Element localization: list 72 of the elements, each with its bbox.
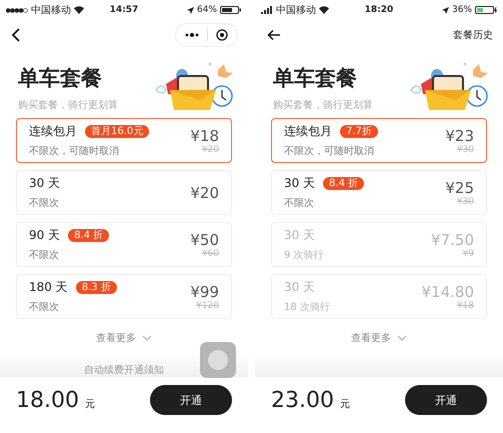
plan-description: 9 次骑行 <box>284 249 324 262</box>
back-icon[interactable] <box>12 28 20 42</box>
original-price: ¥9 <box>462 248 474 258</box>
menu-capsule[interactable] <box>175 23 238 47</box>
more-icon[interactable] <box>185 33 199 37</box>
discount-tag: 8.3 折 <box>76 281 117 294</box>
page-subtitle: 购买套餐，骑行更划算 <box>273 98 373 112</box>
plan-description: 不限次 <box>284 197 315 210</box>
battery-percent: 64% <box>196 5 217 15</box>
plan-price: ¥99 <box>190 282 219 300</box>
activate-button[interactable]: 开通 <box>150 385 232 415</box>
battery-percent: 36% <box>452 5 472 15</box>
plan-price: ¥18 <box>190 126 219 144</box>
plan-description: 18 次骑行 <box>284 301 330 314</box>
signal-icon <box>261 6 273 14</box>
plan-price: ¥7.50 <box>431 230 474 248</box>
plan-price: ¥23 <box>445 126 474 144</box>
currency-unit: 元 <box>84 398 95 410</box>
page-subtitle: 购买套餐，骑行更划算 <box>18 98 118 112</box>
carrier-name: 中国移动 <box>31 4 71 17</box>
plan-card[interactable]: 连续包月 首月16.0元 不限次，可随时取消 ¥18 ¥20 <box>16 118 232 163</box>
activate-button[interactable]: 开通 <box>405 385 487 415</box>
page-title: 单车套餐 <box>18 65 103 92</box>
plan-price: ¥14.80 <box>422 282 474 300</box>
plan-card[interactable]: 30 天 不限次 ¥20 <box>16 170 232 215</box>
plan-price: ¥50 <box>190 230 219 248</box>
plan-description: 不限次 <box>29 197 60 210</box>
plan-card[interactable]: 连续包月 7.7折 不限次，可随时取消 ¥23 ¥30 <box>271 118 487 163</box>
close-icon[interactable] <box>216 29 228 41</box>
plan-price: ¥25 <box>445 178 474 196</box>
discount-tag: 8.4 折 <box>68 229 110 242</box>
back-icon[interactable] <box>267 29 281 41</box>
carrier-name: 中国移动 <box>276 4 316 17</box>
discount-tag: 7.7折 <box>340 125 378 138</box>
plan-title: 连续包月 <box>29 123 77 140</box>
original-price: ¥30 <box>456 144 474 154</box>
discount-tag: 8.4 折 <box>323 177 364 190</box>
plan-title: 30 天 <box>29 175 60 192</box>
plan-description: 不限次，可随时取消 <box>284 144 375 158</box>
history-link[interactable]: 套餐历史 <box>453 28 493 42</box>
see-more-link[interactable]: 查看更多 <box>96 331 136 345</box>
original-price: ¥30 <box>456 196 474 206</box>
plan-title: 30 天 <box>284 175 316 192</box>
wifi-icon <box>74 6 84 14</box>
location-icon <box>442 6 449 14</box>
location-icon <box>186 6 194 14</box>
plan-card[interactable]: 90 天 8.4 折 不限次 ¥50 ¥60 <box>16 222 232 267</box>
plan-card[interactable]: 180 天 8.3 折 不限次 ¥99 ¥120 <box>16 274 232 319</box>
original-price: ¥120 <box>196 300 219 310</box>
plan-description: 不限次，可随时取消 <box>29 144 120 158</box>
original-price: ¥20 <box>202 144 219 154</box>
total-price: 18.00 <box>16 388 79 412</box>
status-time: 18:20 <box>364 5 394 15</box>
original-price: ¥18 <box>456 300 474 310</box>
plan-title: 90 天 <box>29 227 60 244</box>
plan-title: 30 天 <box>284 279 316 296</box>
plan-price: ¥20 <box>190 184 219 202</box>
original-price: ¥60 <box>202 248 219 258</box>
discount-tag: 首月16.0元 <box>85 125 150 138</box>
signal-icon <box>6 8 28 12</box>
plan-description: 不限次 <box>29 301 60 314</box>
plan-title: 180 天 <box>29 279 68 296</box>
see-more-link[interactable]: 查看更多 <box>351 331 391 345</box>
plan-description: 不限次 <box>29 249 60 262</box>
status-time: 14:57 <box>110 5 138 15</box>
currency-unit: 元 <box>340 398 350 410</box>
plan-title: 30 天 <box>284 227 316 244</box>
total-price: 23.00 <box>271 388 334 412</box>
page-title: 单车套餐 <box>273 65 358 92</box>
plan-card[interactable]: 30 天 8.4 折 不限次 ¥25 ¥30 <box>271 170 487 215</box>
wifi-icon <box>319 6 329 14</box>
plan-title: 连续包月 <box>284 123 332 140</box>
